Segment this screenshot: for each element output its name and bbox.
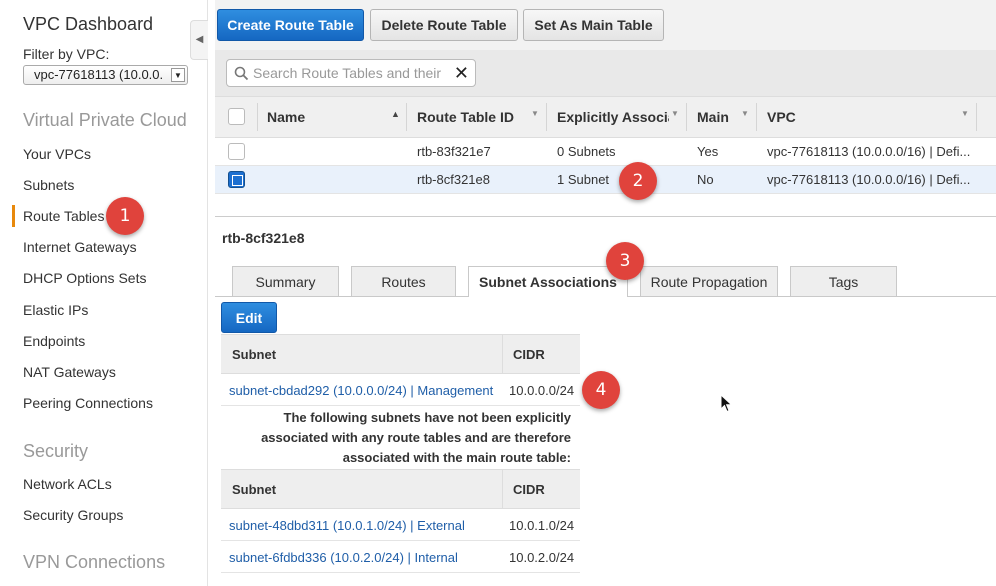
sidebar-item-dhcp-options[interactable]: DHCP Options Sets xyxy=(23,270,146,286)
table-header: Subnet CIDR xyxy=(221,469,580,509)
sidebar-item-peering[interactable]: Peering Connections xyxy=(23,395,153,411)
cidr-value: 10.0.0.0/24 xyxy=(509,383,575,398)
sidebar-item-network-acls[interactable]: Network ACLs xyxy=(23,476,112,492)
row-checkbox[interactable] xyxy=(228,143,245,160)
table-row: subnet-cbdad292 (10.0.0.0/24) | Manageme… xyxy=(221,374,580,406)
tab-subnet-associations[interactable]: Subnet Associations xyxy=(468,266,628,297)
sort-icon[interactable]: ▼ xyxy=(961,109,969,118)
row-route-table-id: rtb-83f321e7 xyxy=(417,144,491,159)
tab-routes[interactable]: Routes xyxy=(351,266,456,296)
subnet-link[interactable]: subnet-48dbd311 (10.0.1.0/24) | External xyxy=(229,518,465,533)
note-line: associated with any route tables and are… xyxy=(261,430,571,445)
table-row: subnet-6fdbd336 (10.0.2.0/24) | Internal… xyxy=(221,541,580,573)
search-input[interactable]: Search Route Tables and their ✕ xyxy=(226,59,476,87)
col-explicitly-associated[interactable]: Explicitly Associat xyxy=(557,109,669,125)
subnet-link[interactable]: subnet-cbdad292 (10.0.0.0/24) | Manageme… xyxy=(229,383,493,398)
sidebar-item-nat-gateways[interactable]: NAT Gateways xyxy=(23,364,116,380)
tab-tags[interactable]: Tags xyxy=(790,266,897,296)
sort-icon[interactable]: ▼ xyxy=(671,109,679,118)
sort-asc-icon[interactable]: ▲ xyxy=(391,109,400,119)
row-assoc: 1 Subnet xyxy=(557,172,610,187)
section-vpc: Virtual Private Cloud xyxy=(23,110,187,130)
row-vpc: vpc-77618113 (10.0.0.0/16) | Defi... xyxy=(767,144,971,159)
detail-title: rtb-8cf321e8 xyxy=(222,230,305,246)
callout-badge-2: 2 xyxy=(619,162,657,200)
collapse-sidebar-button[interactable]: ◀ xyxy=(190,20,208,60)
sort-icon[interactable]: ▼ xyxy=(741,109,749,118)
col-subnet: Subnet xyxy=(232,347,277,362)
clear-search-icon[interactable]: ✕ xyxy=(454,63,469,84)
col-cidr: CIDR xyxy=(513,347,545,362)
sidebar-item-route-tables[interactable]: Route Tables xyxy=(23,208,104,224)
table-header: Subnet CIDR xyxy=(221,334,580,374)
cidr-value: 10.0.1.0/24 xyxy=(509,518,575,533)
select-all-checkbox[interactable] xyxy=(228,108,245,125)
table-header: Name ▲ Route Table ID ▼ Explicitly Assoc… xyxy=(215,96,996,138)
sidebar-item-security-groups[interactable]: Security Groups xyxy=(23,507,123,523)
table-row: subnet-48dbd311 (10.0.1.0/24) | External… xyxy=(221,509,580,541)
col-route-table-id[interactable]: Route Table ID xyxy=(417,109,514,125)
callout-badge-4: 4 xyxy=(582,371,620,409)
section-vpn: VPN Connections xyxy=(23,552,166,572)
sidebar-item-internet-gateways[interactable]: Internet Gateways xyxy=(23,239,137,255)
delete-route-table-button[interactable]: Delete Route Table xyxy=(370,9,518,41)
row-route-table-id: rtb-8cf321e8 xyxy=(417,172,490,187)
col-subnet: Subnet xyxy=(232,482,277,497)
callout-badge-3: 3 xyxy=(606,242,644,280)
split-divider[interactable] xyxy=(215,216,996,217)
create-route-table-button[interactable]: Create Route Table xyxy=(217,9,364,41)
col-main[interactable]: Main xyxy=(697,109,729,125)
chevron-down-icon[interactable]: ▼ xyxy=(171,68,185,82)
sidebar-item-elastic-ips[interactable]: Elastic IPs xyxy=(23,302,88,318)
mouse-cursor-icon xyxy=(720,394,733,413)
row-assoc: 0 Subnets xyxy=(557,144,616,159)
cidr-value: 10.0.2.0/24 xyxy=(509,550,575,565)
table-row[interactable]: rtb-83f321e7 0 Subnets Yes vpc-77618113 … xyxy=(215,138,996,166)
col-cidr: CIDR xyxy=(513,482,545,497)
vpc-filter-select[interactable]: vpc-77618113 (10.0.0. ▼ xyxy=(23,65,188,85)
filter-label: Filter by VPC: xyxy=(23,46,110,62)
sort-icon[interactable]: ▼ xyxy=(531,109,539,118)
note-line: The following subnets have not been expl… xyxy=(283,410,572,425)
callout-badge-1: 1 xyxy=(106,197,144,235)
col-name[interactable]: Name xyxy=(267,109,305,125)
main-table-note: The following subnets have not been expl… xyxy=(221,408,571,468)
row-vpc: vpc-77618113 (10.0.0.0/16) | Defi... xyxy=(767,172,971,187)
col-vpc[interactable]: VPC xyxy=(767,109,796,125)
sidebar-title[interactable]: VPC Dashboard xyxy=(23,14,153,35)
vpc-filter-value: vpc-77618113 (10.0.0. xyxy=(34,67,164,82)
sidebar-item-your-vpcs[interactable]: Your VPCs xyxy=(23,146,91,162)
sidebar-item-endpoints[interactable]: Endpoints xyxy=(23,333,85,349)
sidebar: VPC Dashboard Filter by VPC: vpc-7761811… xyxy=(0,0,208,586)
search-placeholder: Search Route Tables and their xyxy=(253,65,442,81)
sidebar-item-subnets[interactable]: Subnets xyxy=(23,177,74,193)
set-main-table-button[interactable]: Set As Main Table xyxy=(523,9,664,41)
row-main: No xyxy=(697,172,714,187)
section-security: Security xyxy=(23,441,89,461)
search-icon xyxy=(234,66,249,81)
tab-route-propagation[interactable]: Route Propagation xyxy=(640,266,778,296)
edit-button[interactable]: Edit xyxy=(221,302,277,333)
tab-summary[interactable]: Summary xyxy=(232,266,339,296)
subnet-link[interactable]: subnet-6fdbd336 (10.0.2.0/24) | Internal xyxy=(229,550,458,565)
table-row[interactable]: rtb-8cf321e8 1 Subnet No vpc-77618113 (1… xyxy=(215,166,996,194)
chevron-left-icon: ◀ xyxy=(195,34,204,45)
active-item-indicator xyxy=(12,205,15,227)
row-checkbox[interactable] xyxy=(228,171,245,188)
note-line: associated with the main route table: xyxy=(342,450,571,465)
row-main: Yes xyxy=(697,144,719,159)
